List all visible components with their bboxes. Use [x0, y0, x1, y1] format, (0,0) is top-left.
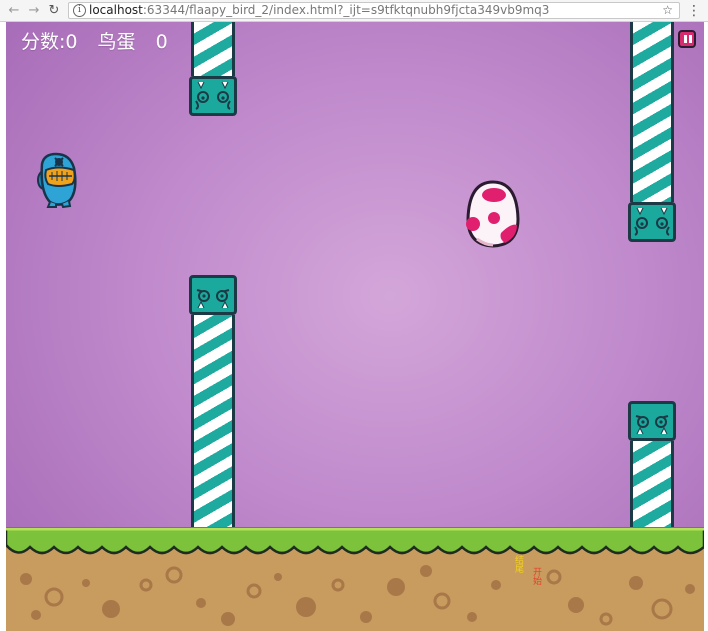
browser-toolbar: ← → ↻ i localhost:63344/flaapy_bird_2/in… [0, 0, 708, 22]
egg-count: 0 [155, 31, 168, 53]
pipe-top-2-cap-face-icon [628, 202, 676, 242]
url-host: localhost [89, 3, 143, 17]
score-hud: 分数:0 鸟蛋 0 [21, 27, 168, 54]
bookmark-star-icon[interactable]: ☆ [662, 3, 673, 18]
pipe-bottom-2-cap-face-icon [628, 401, 676, 441]
pipe-bottom-2 [630, 441, 674, 535]
start-label[interactable]: 开始 [530, 567, 541, 585]
score-label: 分数:0 [21, 31, 78, 53]
pipe-bottom-1-cap-face-icon [189, 275, 237, 315]
url-path: :63344/flaapy_bird_2/index.html?_ijt=s9t… [142, 3, 550, 17]
info-icon[interactable]: i [73, 4, 86, 17]
forward-button[interactable]: → [26, 3, 42, 19]
pipe-bottom-1 [191, 315, 235, 535]
pause-icon-bar [689, 35, 692, 43]
back-button[interactable]: ← [6, 3, 22, 19]
address-bar[interactable]: i localhost:63344/flaapy_bird_2/index.ht… [68, 2, 680, 19]
pause-icon [684, 35, 687, 43]
game-canvas[interactable]: 结尾 开始 分数:0 鸟蛋 0 [6, 22, 704, 631]
blue-monster-bird-icon [37, 152, 77, 208]
ground: 结尾 开始 [6, 527, 704, 631]
browser-menu-icon[interactable]: ⋮ [686, 3, 702, 19]
pipe-top-2 [630, 22, 674, 202]
pipe-top-1-cap-face-icon [189, 76, 237, 116]
reload-button[interactable]: ↻ [46, 3, 62, 19]
pipe-top-1 [191, 22, 235, 76]
pause-button[interactable] [678, 30, 696, 48]
end-label: 结尾 [513, 555, 523, 573]
url-text: localhost:63344/flaapy_bird_2/index.html… [89, 3, 549, 18]
pink-spotted-egg-icon [466, 180, 520, 248]
egg-label: 鸟蛋 [97, 31, 136, 53]
